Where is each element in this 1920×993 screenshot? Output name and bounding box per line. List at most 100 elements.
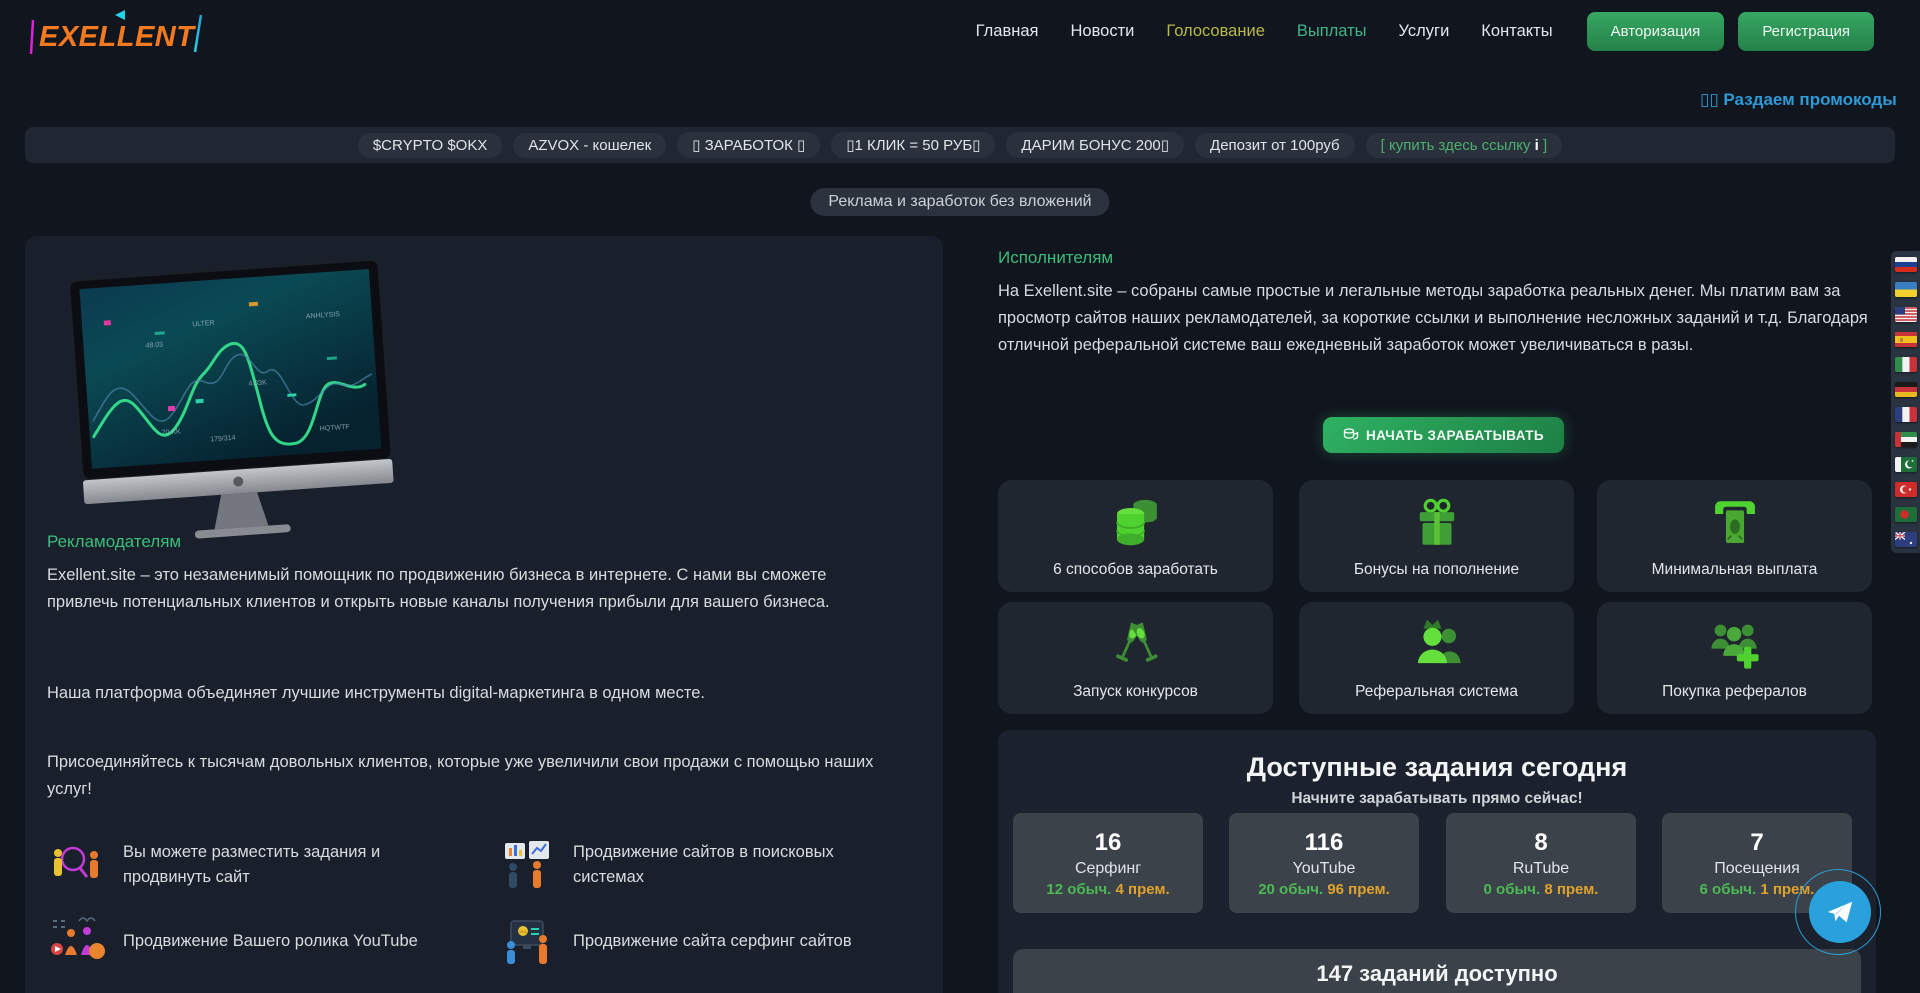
stat-normal: 20 обыч. <box>1258 881 1323 898</box>
card-buy-referrals[interactable]: Покупка рефералов <box>1597 602 1872 714</box>
ticker-item[interactable]: Депозит от 100руб <box>1195 133 1355 158</box>
referral-crown-icon <box>1408 616 1466 674</box>
nav-home[interactable]: Главная <box>976 22 1039 41</box>
site-logo[interactable]: EXELLENT <box>25 6 215 56</box>
telegram-button[interactable] <box>1794 868 1886 960</box>
language-flags-sidebar <box>1891 251 1920 553</box>
stat-premium: 96 прем. <box>1327 881 1389 898</box>
page: EXELLENT Главная Новости Голосование Вып… <box>0 0 1920 993</box>
flag-france-icon[interactable] <box>1895 407 1917 422</box>
card-label: 6 способов заработать <box>1053 561 1218 579</box>
stat-label: RuTube <box>1513 860 1569 878</box>
auth-buttons: Авторизация Регистрация <box>1587 12 1874 51</box>
advertiser-features: Вы можете разместить задания и продвинут… <box>49 834 929 993</box>
stat-label: Посещения <box>1714 860 1800 878</box>
flag-spain-icon[interactable] <box>1895 332 1917 347</box>
svg-text:48.03: 48.03 <box>145 341 163 349</box>
feature-label: Вы можете разместить задания и продвинут… <box>123 840 453 890</box>
feature-label: Продвижение Вашего ролика YouTube <box>123 929 418 954</box>
feature-item: Продвижение сайта серфинг сайтов <box>499 910 929 972</box>
card-contests[interactable]: Запуск конкурсов <box>998 602 1273 714</box>
svg-text:EXELLENT: EXELLENT <box>39 21 196 53</box>
performers-text: На Exellent.site – собраны самые простые… <box>998 278 1876 359</box>
monitor-illustration: 48.03 ULTER ANHLYSIS 4.03K 70.KK 179/314… <box>39 252 439 552</box>
flag-turkey-icon[interactable] <box>1895 482 1917 497</box>
advertisers-paragraph-1: Exellent.site – это незаменимый помощник… <box>47 562 857 616</box>
info-icon: i <box>1535 137 1539 154</box>
flag-italy-icon[interactable] <box>1895 357 1917 372</box>
flag-germany-icon[interactable] <box>1895 382 1917 397</box>
performers-title: Исполнителям <box>998 248 1113 268</box>
feature-item: Вы можете разместить задания и продвинут… <box>49 834 499 896</box>
feature-item: Быстрая реклама сайта в ротационной <box>499 986 929 993</box>
tasks-title: Доступные задания сегодня <box>998 752 1876 783</box>
hero-badge: Реклама и заработок без вложений <box>810 188 1109 216</box>
nav-contacts[interactable]: Контакты <box>1481 22 1552 41</box>
main-nav: Главная Новости Голосование Выплаты Услу… <box>976 22 1553 41</box>
buy-referrals-icon <box>1706 616 1764 674</box>
feature-item: Продвижение сайтов в поисковых системах <box>499 834 929 896</box>
ticker-item[interactable]: ▯1 КЛИК = 50 РУБ▯ <box>831 132 995 158</box>
logo-graphic: EXELLENT <box>25 6 215 56</box>
nav-payouts[interactable]: Выплаты <box>1297 22 1367 41</box>
flag-bangladesh-icon[interactable] <box>1895 507 1917 522</box>
total-tasks-bar: 147 заданий доступно <box>1013 949 1861 993</box>
card-referral-system[interactable]: Реферальная система <box>1299 602 1574 714</box>
stat-count: 16 <box>1095 829 1122 857</box>
card-label: Покупка рефералов <box>1662 683 1807 701</box>
feature-item: Качественная баннерная реклама Вашего <box>49 986 499 993</box>
stat-youtube: 116 YouTube 20 обыч. 96 прем. <box>1229 813 1419 913</box>
card-label: Запуск конкурсов <box>1073 683 1198 701</box>
advertisers-paragraph-2: Наша платформа объединяет лучшие инструм… <box>47 680 877 707</box>
buy-link-bracket: ] <box>1543 137 1547 154</box>
svg-text:70.KK: 70.KK <box>161 428 181 436</box>
advertisers-card: 48.03 ULTER ANHLYSIS 4.03K 70.KK 179/314… <box>25 236 943 993</box>
svg-text:4.03K: 4.03K <box>248 379 267 387</box>
stat-premium: 4 прем. <box>1116 881 1170 898</box>
flag-uae-icon[interactable] <box>1895 432 1917 447</box>
nav-voting[interactable]: Голосование <box>1166 22 1265 41</box>
promo-codes-marquee[interactable]: ▯▯ Раздаем промокоды <box>1700 90 1920 110</box>
people-charts-illustration <box>499 839 555 891</box>
coins-icon <box>1343 427 1359 443</box>
total-tasks-label: 147 заданий доступно <box>1316 961 1557 993</box>
ticker-item[interactable]: ▯ ЗАРАБОТОК ▯ <box>677 132 820 158</box>
nav-news[interactable]: Новости <box>1070 22 1134 41</box>
nav-services[interactable]: Услуги <box>1399 22 1450 41</box>
stat-normal: 12 обыч. <box>1046 881 1111 898</box>
stat-normal: 6 обыч. <box>1700 881 1757 898</box>
cta-label: НАЧАТЬ ЗАРАБАТЫВАТЬ <box>1366 428 1544 443</box>
ticker-bar: $CRYPTO $OKX AZVOX - кошелек ▯ ЗАРАБОТОК… <box>25 127 1895 163</box>
stat-rutube: 8 RuTube 0 обыч. 8 прем. <box>1446 813 1636 913</box>
card-label: Бонусы на пополнение <box>1354 561 1519 579</box>
card-label: Реферальная система <box>1355 683 1518 701</box>
stat-count: 116 <box>1305 829 1344 857</box>
flag-pakistan-icon[interactable] <box>1895 457 1917 472</box>
feature-label: Продвижение сайта серфинг сайтов <box>573 929 852 954</box>
ticker-item[interactable]: ДАРИМ БОНУС 200▯ <box>1006 132 1184 158</box>
ticker-item[interactable]: AZVOX - кошелек <box>513 133 666 158</box>
start-earning-button[interactable]: НАЧАТЬ ЗАРАБАТЫВАТЬ <box>1323 417 1564 453</box>
stat-premium: 8 прем. <box>1544 881 1598 898</box>
buy-link-here[interactable]: [ купить здесь ссылку i ] <box>1366 133 1563 158</box>
card-min-payout[interactable]: Минимальная выплата <box>1597 480 1872 592</box>
feature-item: Продвижение Вашего ролика YouTube <box>49 910 499 972</box>
buy-link-text: [ купить здесь ссылку <box>1381 137 1531 154</box>
advertisers-paragraph-3: Присоединяйтесь к тысячам довольных клие… <box>47 749 903 803</box>
flag-usa-icon[interactable] <box>1895 307 1917 322</box>
contest-glasses-icon <box>1107 616 1165 674</box>
flag-australia-icon[interactable] <box>1895 532 1917 547</box>
card-deposit-bonuses[interactable]: Бонусы на пополнение <box>1299 480 1574 592</box>
flag-russia-icon[interactable] <box>1895 257 1917 272</box>
stat-surfing: 16 Серфинг 12 обыч. 4 прем. <box>1013 813 1203 913</box>
advertisers-title: Рекламодателям <box>47 532 181 552</box>
ticker-item[interactable]: $CRYPTO $OKX <box>358 133 503 158</box>
card-ways-to-earn[interactable]: 6 способов заработать <box>998 480 1273 592</box>
stat-normal: 0 обыч. <box>1484 881 1541 898</box>
available-tasks-card: Доступные задания сегодня Начните зараба… <box>998 730 1876 993</box>
card-label: Минимальная выплата <box>1652 561 1818 579</box>
login-button[interactable]: Авторизация <box>1587 12 1725 51</box>
coins-icon <box>1107 494 1165 552</box>
register-button[interactable]: Регистрация <box>1738 12 1874 51</box>
flag-ukraine-icon[interactable] <box>1895 282 1917 297</box>
